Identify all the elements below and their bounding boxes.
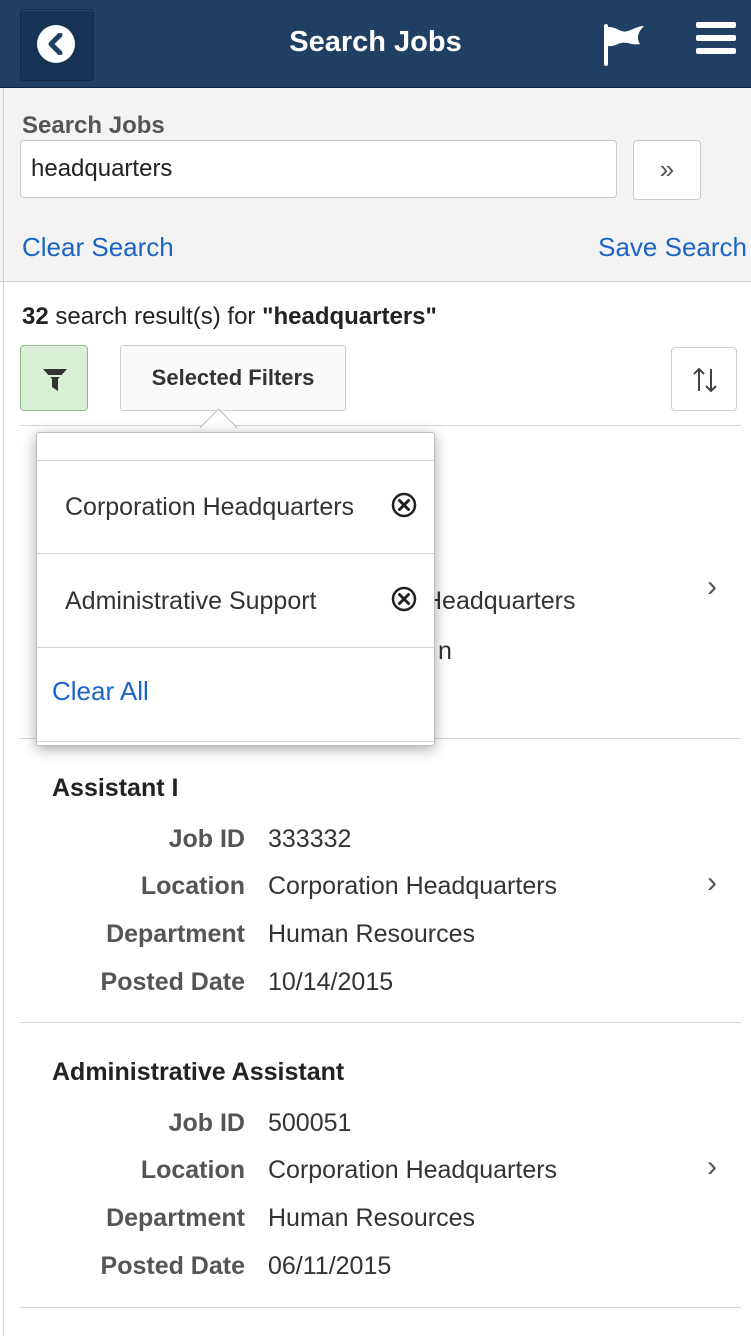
filter-chip-label: Administrative Support [65, 587, 317, 615]
chevron-right-icon: › [707, 1150, 717, 1183]
search-go-button[interactable]: » [633, 140, 701, 200]
location-label: Location [140, 1156, 245, 1184]
hamburger-menu-icon[interactable] [696, 22, 736, 62]
job-location: Headquarters [424, 587, 576, 615]
divider [37, 647, 434, 648]
posted-date-label: Posted Date [100, 1252, 245, 1280]
department-label: Department [106, 920, 245, 948]
results-query: "headquarters" [262, 303, 437, 330]
sort-button[interactable] [671, 347, 737, 411]
department-value: Human Resources [268, 1204, 476, 1232]
job-id-label: Job ID [168, 1109, 245, 1137]
location-value: Corporation Headquarters [268, 1156, 558, 1184]
divider [37, 460, 434, 461]
divider [20, 1022, 741, 1023]
selected-filters-button[interactable]: Selected Filters [120, 345, 346, 411]
funnel-icon [43, 369, 67, 391]
filter-button[interactable] [20, 345, 88, 411]
posted-date-value: 06/11/2015 [268, 1252, 392, 1280]
search-panel: Search Jobs headquarters » Clear Search … [0, 88, 751, 282]
location-label: Location [140, 872, 245, 900]
results-summary: 32 search result(s) for "headquarters" [22, 303, 437, 331]
sort-arrows-icon [693, 367, 717, 393]
clear-search-link[interactable]: Clear Search [22, 232, 174, 263]
posted-date-label: Posted Date [100, 968, 245, 996]
job-id-label: Job ID [168, 825, 245, 853]
flag-icon[interactable] [600, 22, 648, 73]
job-department: n [438, 637, 452, 665]
close-circle-icon[interactable] [390, 585, 418, 618]
divider [37, 553, 434, 554]
job-id-value: 333332 [268, 825, 352, 853]
search-input[interactable]: headquarters [20, 140, 617, 198]
results-text: search result(s) for [48, 303, 263, 330]
department-value: Human Resources [268, 920, 476, 948]
results-count: 32 [22, 303, 49, 330]
clear-all-link[interactable]: Clear All [52, 676, 149, 707]
job-title: Assistant I [52, 774, 179, 802]
divider [20, 425, 741, 426]
divider [20, 1307, 741, 1308]
divider [37, 741, 434, 742]
save-search-link[interactable]: Save Search [598, 232, 747, 263]
location-value: Corporation Headquarters [268, 872, 558, 900]
selected-filters-popup: Corporation Headquarters Administrative … [36, 432, 435, 746]
posted-date-value: 10/14/2015 [268, 968, 394, 996]
job-title: Administrative Assistant [52, 1058, 345, 1086]
filter-chip-label: Corporation Headquarters [65, 493, 355, 521]
header-bar: Search Jobs [0, 0, 751, 88]
search-label: Search Jobs [22, 112, 165, 139]
close-circle-icon[interactable] [390, 491, 418, 524]
job-id-value: 500051 [268, 1109, 352, 1137]
left-border [3, 88, 4, 1336]
department-label: Department [106, 1204, 245, 1232]
chevron-right-icon: › [707, 570, 717, 603]
chevron-right-icon: › [707, 866, 717, 899]
